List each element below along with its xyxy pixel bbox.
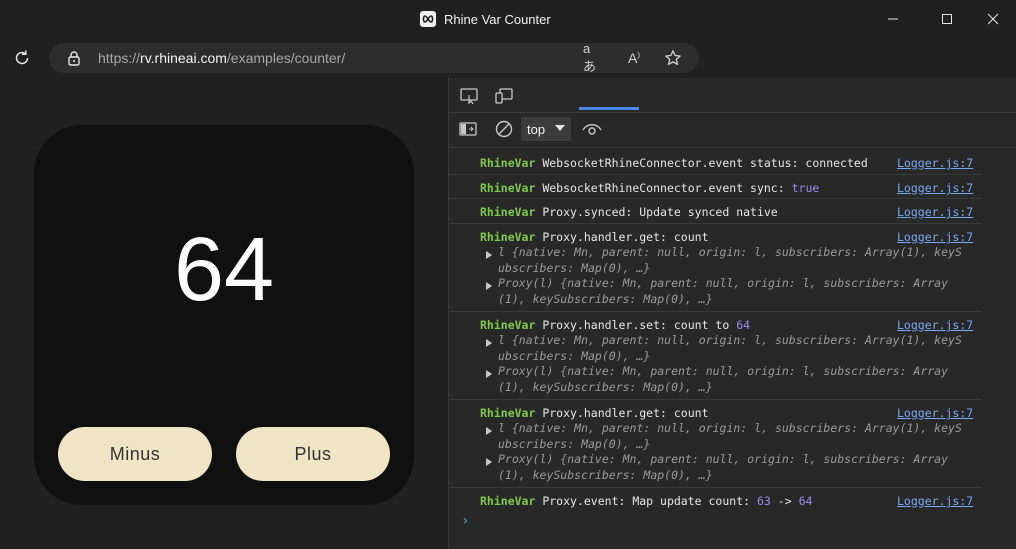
expand-triangle-icon[interactable] — [486, 339, 492, 347]
console-text: RhineVar Proxy.handler.get: count — [480, 406, 709, 420]
object-preview[interactable]: Proxy(l) {native: Mn, parent: null, orig… — [498, 452, 948, 466]
page-viewport: 64 Minus Plus — [0, 78, 448, 549]
console-text: RhineVar Proxy.synced: Update synced nat… — [480, 205, 778, 219]
console-toolbar: top — [449, 113, 1016, 148]
immersive-reader-icon[interactable]: A) — [624, 48, 644, 68]
expand-triangle-icon[interactable] — [486, 282, 492, 290]
live-expression-eye-icon[interactable] — [582, 121, 602, 139]
console-text: RhineVar Proxy.event: Map update count: … — [480, 494, 813, 508]
window-title: Rhine Var Counter — [444, 11, 551, 27]
minimize-icon — [888, 18, 898, 20]
source-link[interactable]: Logger.js:7 — [897, 156, 973, 170]
minus-button[interactable]: Minus — [58, 427, 212, 481]
object-preview[interactable]: Proxy(l) {native: Mn, parent: null, orig… — [498, 276, 948, 290]
counter-value: 64 — [173, 220, 275, 320]
maximize-icon — [942, 14, 952, 24]
console-text: RhineVar WebsocketRhineConnector.event s… — [480, 181, 820, 195]
object-preview: ubscribers: Map(0), …} — [498, 349, 651, 363]
device-toolbar-icon[interactable] — [494, 87, 514, 105]
object-preview: (1), keySubscribers: Map(0), …} — [498, 292, 713, 306]
url-protocol: https:// — [98, 50, 141, 66]
console-message: RhineVar Proxy.handler.get: count Logger… — [449, 223, 981, 312]
sidebar-toggle-icon[interactable] — [458, 120, 478, 138]
url-host: rv.rhineai.com — [140, 50, 227, 66]
maximize-button[interactable] — [932, 6, 962, 32]
inspect-element-icon[interactable] — [459, 87, 479, 105]
console-text: RhineVar Proxy.handler.get: count — [480, 230, 709, 244]
devtools-panel: top RhineVar WebsocketRhineConnector.eve… — [448, 78, 1016, 549]
counter-card: 64 Minus Plus — [34, 125, 414, 505]
console-message: RhineVar Proxy.event: Map update count: … — [449, 487, 981, 511]
devtools-tabbar — [449, 78, 1016, 113]
expand-triangle-icon[interactable] — [486, 251, 492, 259]
source-link[interactable]: Logger.js:7 — [897, 494, 973, 508]
source-link[interactable]: Logger.js:7 — [897, 406, 973, 420]
url-text[interactable]: https://rv.rhineai.com/examples/counter/ — [98, 50, 345, 66]
object-preview[interactable]: Proxy(l) {native: Mn, parent: null, orig… — [498, 364, 948, 378]
source-link[interactable]: Logger.js:7 — [897, 230, 973, 244]
context-selector[interactable]: top — [521, 117, 571, 141]
address-row: https://rv.rhineai.com/examples/counter/… — [0, 38, 1016, 78]
expand-triangle-icon[interactable] — [486, 427, 492, 435]
address-bar[interactable]: https://rv.rhineai.com/examples/counter/… — [49, 41, 699, 74]
lock-icon[interactable] — [67, 50, 81, 66]
reload-icon — [15, 50, 29, 65]
console-text: RhineVar WebsocketRhineConnector.event s… — [480, 156, 868, 170]
object-preview: ubscribers: Map(0), …} — [498, 437, 651, 451]
object-preview: (1), keySubscribers: Map(0), …} — [498, 468, 713, 482]
reload-button[interactable] — [10, 46, 34, 70]
console-message: RhineVar WebsocketRhineConnector.event s… — [449, 148, 981, 175]
close-icon — [987, 13, 999, 25]
console-message: RhineVar WebsocketRhineConnector.event s… — [449, 174, 981, 199]
expand-triangle-icon[interactable] — [486, 458, 492, 466]
app-logo-icon — [420, 11, 436, 27]
url-path: /examples/counter/ — [226, 50, 346, 66]
object-preview: ubscribers: Map(0), …} — [498, 261, 651, 275]
console-text: RhineVar Proxy.handler.set: count to 64 — [480, 318, 751, 332]
console-message: RhineVar Proxy.synced: Update synced nat… — [449, 198, 981, 224]
plus-button[interactable]: Plus — [236, 427, 390, 481]
active-tab-indicator — [579, 107, 639, 110]
object-preview[interactable]: l {native: Mn, parent: null, origin: l, … — [498, 333, 962, 347]
minimize-button[interactable] — [878, 6, 908, 32]
object-preview: (1), keySubscribers: Map(0), …} — [498, 380, 713, 394]
close-button[interactable] — [978, 6, 1008, 32]
source-link[interactable]: Logger.js:7 — [897, 205, 973, 219]
expand-triangle-icon[interactable] — [486, 370, 492, 378]
clear-console-icon[interactable] — [494, 120, 514, 138]
object-preview[interactable]: l {native: Mn, parent: null, origin: l, … — [498, 245, 962, 259]
console-prompt[interactable]: › — [461, 513, 469, 529]
object-preview[interactable]: l {native: Mn, parent: null, origin: l, … — [498, 421, 962, 435]
chevron-down-icon — [555, 125, 565, 131]
window-title-group: Rhine Var Counter — [420, 10, 551, 28]
console-output: RhineVar WebsocketRhineConnector.event s… — [449, 148, 1016, 549]
source-link[interactable]: Logger.js:7 — [897, 318, 973, 332]
title-bar: Rhine Var Counter — [0, 0, 1016, 38]
context-selector-value: top — [527, 121, 546, 137]
source-link[interactable]: Logger.js:7 — [897, 181, 973, 195]
console-message: RhineVar Proxy.handler.get: count Logger… — [449, 399, 981, 488]
favorite-star-icon[interactable] — [663, 48, 683, 68]
console-message: RhineVar Proxy.handler.set: count to 64 … — [449, 311, 981, 400]
read-aloud-icon[interactable]: aあ — [583, 41, 603, 74]
